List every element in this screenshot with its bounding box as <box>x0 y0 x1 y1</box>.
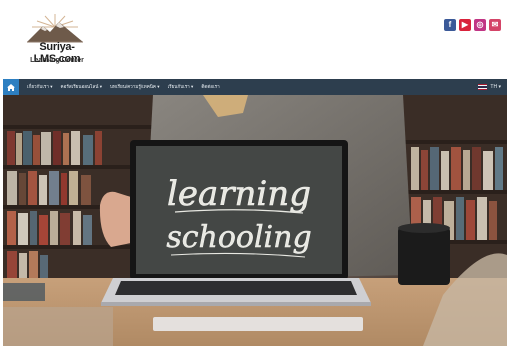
home-icon <box>7 83 15 91</box>
thai-flag-icon <box>478 84 488 90</box>
nav-item-contact[interactable]: ติดต่อเรา <box>201 84 219 91</box>
mountain-logo-icon <box>27 14 83 43</box>
social-links: f ▶ ◎ ✉ <box>444 19 501 31</box>
hero-photo-laptop: learning schooling <box>3 95 507 346</box>
nav-item-online-courses[interactable]: คอร์สเรียนออนไลน์ ▾ <box>61 84 102 91</box>
mail-icon[interactable]: ✉ <box>489 19 501 31</box>
facebook-icon[interactable]: f <box>444 19 456 31</box>
youtube-icon[interactable]: ▶ <box>459 19 471 31</box>
hero-image: learning schooling <box>3 95 507 346</box>
laptop: learning schooling <box>130 140 348 280</box>
brand-subtitle: Learning Center <box>30 57 84 64</box>
site-logo[interactable]: Suriya-LMS.com Learning Center <box>17 11 91 75</box>
nav-item-study-with-us[interactable]: เรียนกับเรา ▾ <box>168 84 194 91</box>
chalk-text-schooling: schooling <box>166 220 311 255</box>
language-selector[interactable]: TH ▾ <box>478 79 501 95</box>
site-header: Suriya-LMS.com Learning Center f ▶ ◎ ✉ <box>3 3 507 79</box>
chalk-text-learning: learning <box>167 174 311 214</box>
instagram-icon[interactable]: ◎ <box>474 19 486 31</box>
main-nav: เกี่ยวกับเรา ▾ คอร์สเรียนออนไลน์ ▾ บทเรี… <box>3 79 507 95</box>
page-frame: Suriya-LMS.com Learning Center f ▶ ◎ ✉ เ… <box>3 3 507 346</box>
nav-item-about[interactable]: เกี่ยวกับเรา ▾ <box>27 84 53 91</box>
nav-item-lessons[interactable]: บทเรียน/ความรู้/เทคนิค ▾ <box>110 84 160 91</box>
language-label: TH ▾ <box>490 84 501 90</box>
home-button[interactable] <box>3 79 19 95</box>
coffee-cup <box>398 223 450 285</box>
